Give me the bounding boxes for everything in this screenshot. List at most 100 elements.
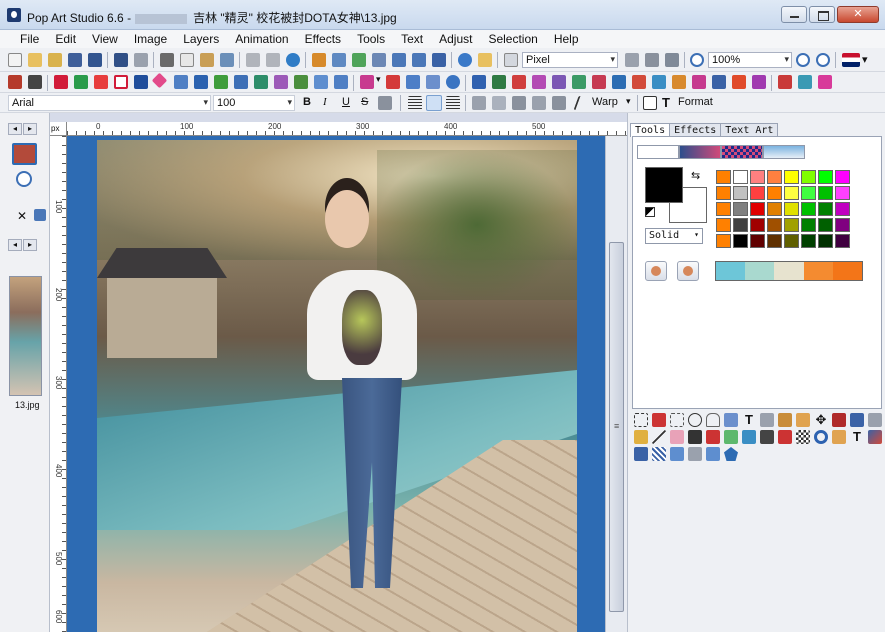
shape-tool-icon[interactable]	[634, 447, 648, 461]
effect-5-icon[interactable]	[552, 75, 566, 89]
text-shadow-icon[interactable]	[492, 96, 506, 110]
grid-settings-icon[interactable]	[645, 53, 659, 67]
open-recent-icon[interactable]	[48, 53, 62, 67]
language-flag-icon[interactable]	[842, 53, 860, 67]
menu-layers[interactable]: Layers	[175, 30, 227, 48]
effect-17-icon[interactable]	[798, 75, 812, 89]
effect-diamond-icon[interactable]	[151, 72, 168, 89]
frame-tool-icon[interactable]	[688, 447, 702, 461]
tab-effects[interactable]: Effects	[669, 123, 722, 137]
pattern-fill-icon[interactable]	[796, 430, 810, 444]
effect-14-icon[interactable]	[732, 75, 746, 89]
line-tool-icon[interactable]	[652, 430, 666, 444]
palette-swatch[interactable]	[784, 186, 799, 200]
text-select-icon[interactable]	[760, 413, 774, 427]
effect-popart-icon[interactable]	[8, 75, 22, 89]
unit-select[interactable]: Pixel ▾	[522, 52, 618, 68]
pin-panel-icon[interactable]	[34, 209, 46, 221]
bold-button[interactable]: B	[303, 96, 311, 108]
palette-swatch[interactable]	[767, 202, 782, 216]
save-as-icon[interactable]	[114, 53, 128, 67]
eyedropper-icon[interactable]	[832, 413, 846, 427]
next-arrow-icon[interactable]: ▸	[23, 239, 37, 251]
effect-10-icon[interactable]	[652, 75, 666, 89]
palette-swatch[interactable]	[716, 202, 731, 216]
effect-globe-icon[interactable]	[446, 75, 460, 89]
ellipse-select-icon[interactable]	[688, 413, 702, 427]
pentagon-icon[interactable]	[724, 447, 738, 461]
text-fill-icon[interactable]: T	[850, 430, 864, 444]
recent-color-swatch[interactable]	[716, 262, 746, 280]
crop-icon[interactable]	[312, 53, 326, 67]
vertical-scrollbar[interactable]: ≡	[605, 136, 627, 632]
palette-swatch[interactable]	[835, 202, 850, 216]
lasso-icon[interactable]	[706, 413, 720, 427]
paste-icon[interactable]	[200, 53, 214, 67]
scanner-icon[interactable]	[68, 53, 82, 67]
close-button[interactable]: ✕	[837, 6, 879, 23]
text-curve-icon[interactable]	[552, 96, 566, 110]
maximize-button[interactable]	[809, 6, 835, 23]
effect-pixelate-icon[interactable]	[234, 75, 248, 89]
underline-button[interactable]: U	[342, 96, 350, 108]
recent-color-swatch[interactable]	[832, 262, 863, 280]
palette-swatch[interactable]	[818, 218, 833, 232]
scrollbar-thumb[interactable]: ≡	[609, 242, 624, 612]
menu-adjust[interactable]: Adjust	[431, 30, 480, 48]
undo-icon[interactable]	[246, 53, 260, 67]
zoom-magnifier-icon[interactable]	[690, 53, 704, 67]
ring-icon[interactable]	[814, 430, 828, 444]
custom-shape-icon[interactable]	[706, 447, 720, 461]
solid-color-tab[interactable]	[637, 145, 679, 159]
layers-icon[interactable]	[432, 53, 446, 67]
prev-arrow-icon[interactable]: ◂	[8, 239, 22, 251]
format-box-icon[interactable]	[643, 96, 657, 110]
save-icon[interactable]	[88, 53, 102, 67]
palette-swatch[interactable]	[733, 186, 748, 200]
palette-swatch[interactable]	[733, 170, 748, 184]
align-left-icon[interactable]	[408, 96, 422, 110]
effect-mosaic-icon[interactable]	[214, 75, 228, 89]
text-tool-icon[interactable]: T	[742, 413, 756, 427]
move-icon[interactable]: ✥	[814, 413, 828, 427]
menu-view[interactable]: View	[84, 30, 126, 48]
zoom-select[interactable]: 100% ▾	[708, 52, 792, 68]
palette-swatch[interactable]	[818, 170, 833, 184]
effect-18-icon[interactable]	[818, 75, 832, 89]
text-outline-icon[interactable]	[472, 96, 486, 110]
app-icon[interactable]	[7, 8, 21, 22]
palette-swatch[interactable]	[835, 170, 850, 184]
menu-animation[interactable]: Animation	[227, 30, 296, 48]
effect-pattern-icon[interactable]	[334, 75, 348, 89]
palette-swatch[interactable]	[716, 186, 731, 200]
burn-icon[interactable]	[760, 430, 774, 444]
effect-select-icon[interactable]	[360, 75, 374, 89]
grid-icon[interactable]	[625, 53, 639, 67]
measure-icon[interactable]	[778, 413, 792, 427]
flip-icon[interactable]	[372, 53, 386, 67]
effect-11-icon[interactable]	[672, 75, 686, 89]
palette-swatch[interactable]	[784, 170, 799, 184]
fill-bucket-icon[interactable]	[868, 413, 882, 427]
format-button[interactable]: Format	[678, 96, 713, 108]
text-effect-icon[interactable]	[378, 96, 392, 110]
palette-swatch[interactable]	[767, 218, 782, 232]
palette-swatch[interactable]	[818, 186, 833, 200]
palette-swatch[interactable]	[767, 170, 782, 184]
menu-edit[interactable]: Edit	[47, 30, 84, 48]
palette-swatch[interactable]	[801, 234, 816, 248]
effect-halftone-icon[interactable]	[134, 75, 148, 89]
resize-icon[interactable]	[332, 53, 346, 67]
chevron-down-icon[interactable]: ▾	[862, 53, 868, 66]
warp-button[interactable]: Warp	[592, 96, 618, 108]
chevron-down-icon[interactable]: ▾	[626, 96, 631, 107]
recent-colors-bar[interactable]	[715, 261, 863, 281]
font-name-select[interactable]: Arial ▾	[8, 95, 211, 111]
text-arc-icon[interactable]	[532, 96, 546, 110]
effect-blur-icon[interactable]	[174, 75, 188, 89]
new-file-icon[interactable]	[8, 53, 22, 67]
chevron-down-icon[interactable]: ▾	[376, 74, 381, 85]
effect-13-icon[interactable]	[712, 75, 726, 89]
effect-emboss-icon[interactable]	[254, 75, 268, 89]
tab-tools[interactable]: Tools	[630, 123, 671, 137]
